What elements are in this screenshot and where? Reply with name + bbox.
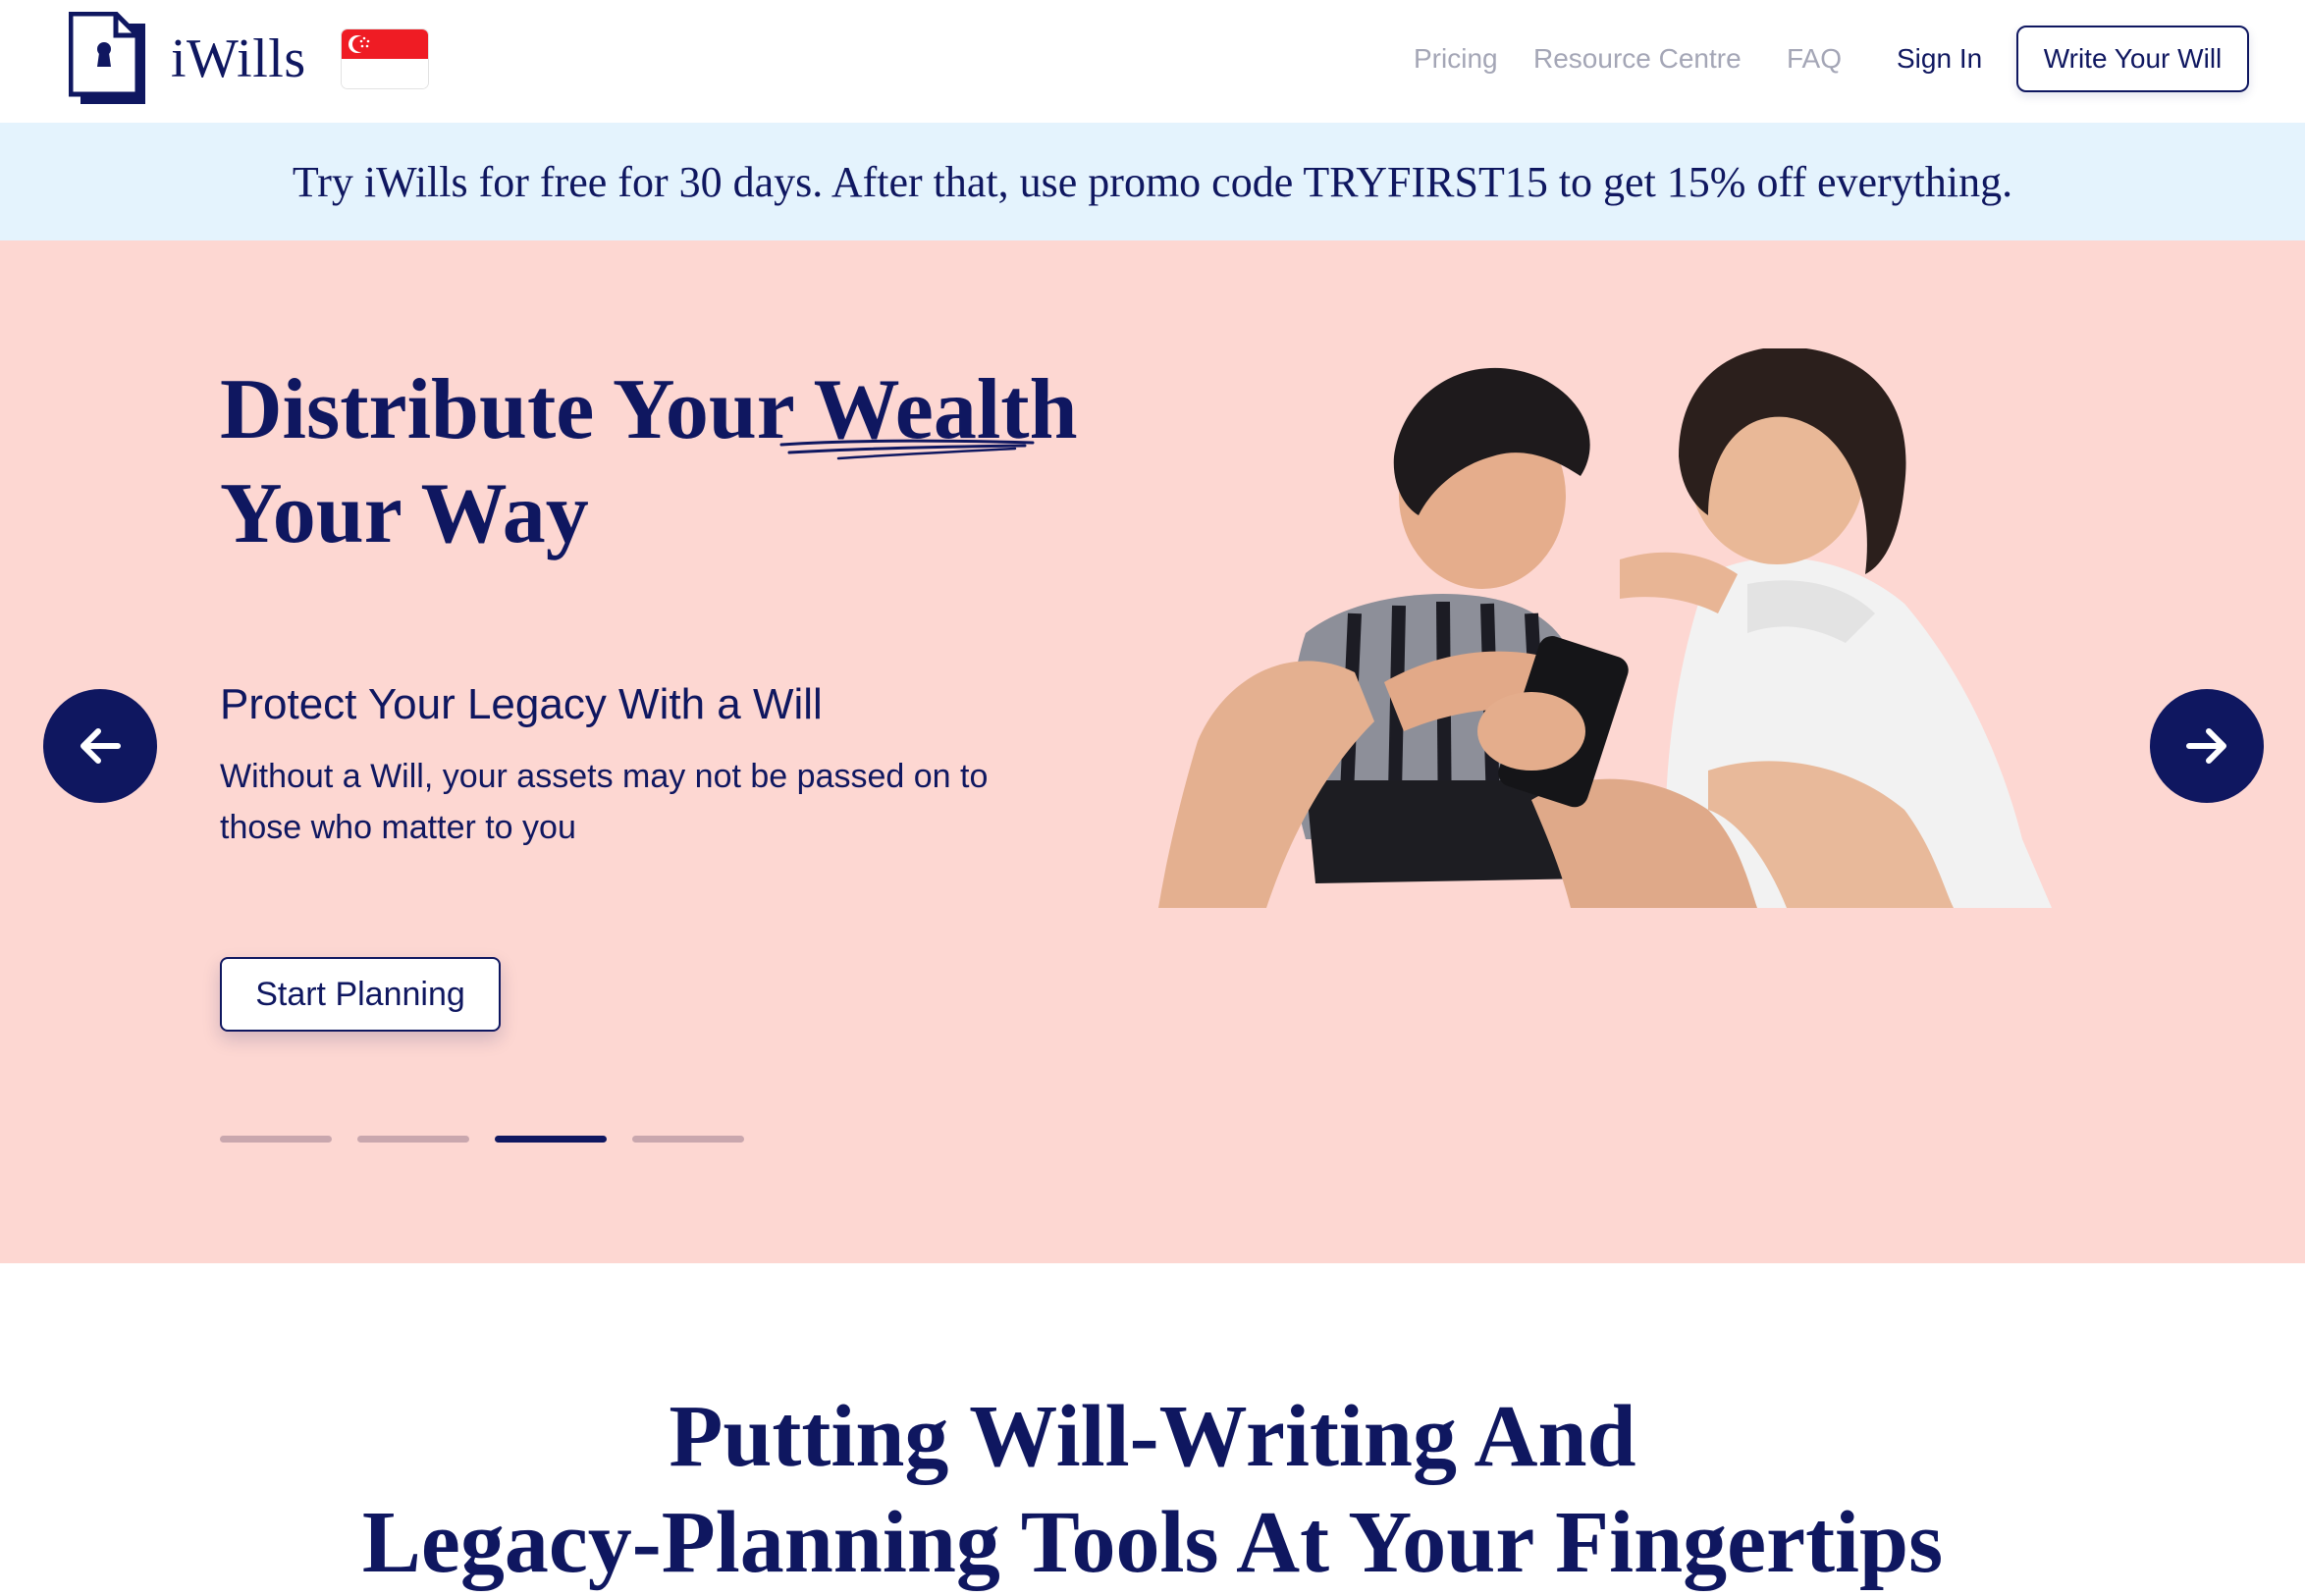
scribble-underline-icon <box>779 439 1035 460</box>
start-planning-button[interactable]: Start Planning <box>220 957 501 1032</box>
hero-description: Without a Will, your assets may not be p… <box>220 758 989 846</box>
carousel-indicators <box>220 1136 744 1143</box>
brand-name[interactable]: iWills <box>171 27 306 90</box>
carousel-next-button[interactable] <box>2150 689 2264 803</box>
section-title: Putting Will-Writing And Legacy-Planning… <box>0 1384 2305 1596</box>
site-header: iWills Pricing Resource Centre FAQ Sign … <box>0 0 2305 123</box>
nav-sign-in[interactable]: Sign In <box>1897 43 1982 75</box>
hero-carousel: Distribute Your Wealth Your Way Protect … <box>0 240 2305 1263</box>
singapore-flag-icon[interactable] <box>342 29 428 88</box>
nav-pricing[interactable]: Pricing <box>1414 43 1498 75</box>
promo-banner: Try iWills for free for 30 days. After t… <box>0 123 2305 240</box>
section-title-line1: Putting Will-Writing And <box>669 1388 1636 1485</box>
promo-text: Try iWills for free for 30 days. After t… <box>292 157 2013 206</box>
nav-resource-centre[interactable]: Resource Centre <box>1533 43 1742 75</box>
iwills-logo-icon[interactable] <box>69 12 149 106</box>
carousel-dot-2[interactable] <box>357 1136 469 1143</box>
hero-couple-photo <box>1158 348 2052 908</box>
hero-title-part1: Distribute Your <box>220 362 814 457</box>
write-your-will-button[interactable]: Write Your Will <box>2016 26 2249 92</box>
carousel-prev-button[interactable] <box>43 689 157 803</box>
nav-faq[interactable]: FAQ <box>1787 43 1842 75</box>
hero-subtitle: Protect Your Legacy With a Will <box>220 680 823 728</box>
section-title-line2: Legacy-Planning Tools At Your Fingertips <box>361 1494 1944 1591</box>
hero-title-line2: Your Way <box>220 466 589 561</box>
hero-title: Distribute Your Wealth Your Way <box>220 358 1078 566</box>
arrow-right-icon <box>2186 728 2226 764</box>
carousel-dot-1[interactable] <box>220 1136 332 1143</box>
carousel-dot-3[interactable] <box>495 1136 607 1143</box>
arrow-left-icon <box>80 728 121 764</box>
carousel-dot-4[interactable] <box>632 1136 744 1143</box>
